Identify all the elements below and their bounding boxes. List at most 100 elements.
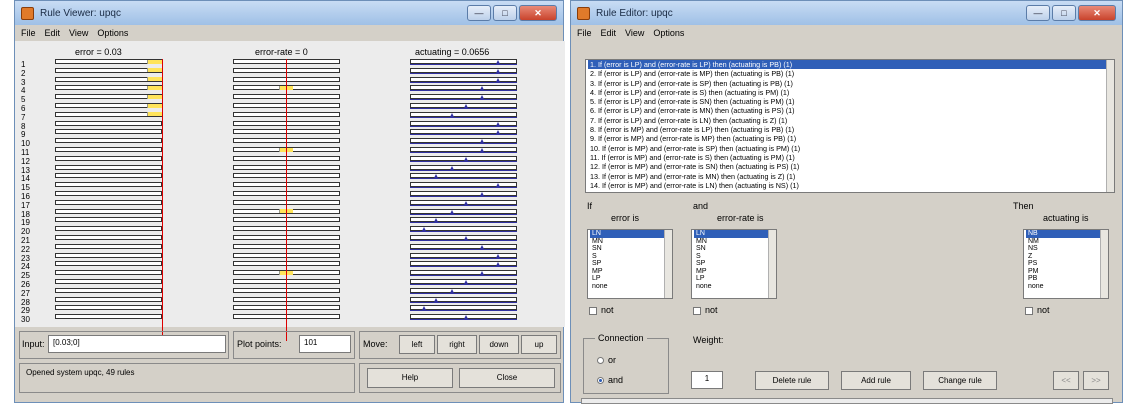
error-listbox[interactable]: LN MN SN S SP MP LP none — [587, 229, 673, 299]
rule-list-item[interactable]: 10. If (error is MP) and (error-rate is … — [588, 144, 1114, 153]
rule-list-item[interactable]: 1. If (error is LP) and (error-rate is L… — [588, 60, 1114, 70]
list-option[interactable]: SP — [694, 260, 776, 268]
list-option[interactable]: LP — [590, 275, 672, 283]
or-radio[interactable]: or — [597, 355, 616, 365]
minimize-button[interactable]: — — [467, 5, 491, 21]
error-rate-value-label: error-rate = 0 — [255, 47, 308, 57]
list-option[interactable]: PS — [1026, 260, 1108, 268]
list-option[interactable]: none — [1026, 283, 1108, 291]
list-option[interactable]: MP — [694, 268, 776, 276]
list-option[interactable]: LP — [694, 275, 776, 283]
rule-row — [55, 226, 162, 232]
close-button[interactable]: Close — [459, 368, 555, 388]
minimize-button[interactable]: — — [1026, 5, 1050, 21]
move-down-button[interactable]: down — [479, 335, 519, 354]
list-option[interactable]: SP — [590, 260, 672, 268]
output-triangle — [450, 209, 454, 214]
list-option[interactable]: NB — [1026, 230, 1108, 238]
actuating-not-checkbox[interactable]: not — [1025, 305, 1050, 315]
rule-number: 3 — [21, 77, 26, 87]
delete-rule-button[interactable]: Delete rule — [755, 371, 829, 390]
scrollbar[interactable] — [768, 230, 776, 298]
output-baseline — [410, 284, 517, 285]
rule-list-item[interactable]: 14. If (error is MP) and (error-rate is … — [588, 181, 1114, 190]
scrollbar[interactable] — [1100, 230, 1108, 298]
rule-row — [55, 129, 162, 135]
list-option[interactable]: NS — [1026, 245, 1108, 253]
error-rate-not-checkbox[interactable]: not — [693, 305, 718, 315]
input-indicator-line[interactable] — [286, 59, 287, 341]
list-option[interactable]: LN — [694, 230, 776, 238]
previous-button[interactable]: << — [1053, 371, 1079, 390]
list-option[interactable]: Z — [1026, 253, 1108, 261]
list-option[interactable]: SN — [590, 245, 672, 253]
rule-list-item[interactable]: 6. If (error is LP) and (error-rate is M… — [588, 106, 1114, 115]
list-option[interactable]: MN — [590, 238, 672, 246]
actuating-listbox[interactable]: NB NM NS Z PS PM PB none — [1023, 229, 1109, 299]
actuating-output-column[interactable] — [410, 59, 517, 324]
list-option[interactable]: S — [694, 253, 776, 261]
list-option[interactable]: SN — [694, 245, 776, 253]
error-not-checkbox[interactable]: not — [589, 305, 614, 315]
menu-options[interactable]: Options — [653, 28, 684, 38]
plot-points-field[interactable]: 101 — [299, 335, 351, 353]
rule-list-item[interactable]: 12. If (error is MP) and (error-rate is … — [588, 162, 1114, 171]
rule-list-item[interactable]: 5. If (error is LP) and (error-rate is S… — [588, 97, 1114, 106]
list-option[interactable]: MP — [590, 268, 672, 276]
list-option[interactable]: S — [590, 253, 672, 261]
output-baseline — [410, 248, 517, 250]
scrollbar[interactable] — [664, 230, 672, 298]
rule-list-item[interactable]: 11. If (error is MP) and (error-rate is … — [588, 153, 1114, 162]
rule-list-item[interactable]: 2. If (error is LP) and (error-rate is M… — [588, 69, 1114, 78]
rule-number: 17 — [21, 200, 30, 210]
menu-view[interactable]: View — [69, 28, 88, 38]
list-option[interactable]: none — [590, 283, 672, 291]
move-up-button[interactable]: up — [521, 335, 557, 354]
error-membership-column[interactable] — [55, 59, 163, 341]
error-rate-membership-column[interactable] — [233, 59, 340, 341]
rule-list-item[interactable]: 7. If (error is LP) and (error-rate is L… — [588, 116, 1114, 125]
menu-edit[interactable]: Edit — [45, 28, 61, 38]
output-triangle — [422, 306, 426, 311]
input-field[interactable]: [0.03;0] — [48, 335, 226, 353]
menu-options[interactable]: Options — [97, 28, 128, 38]
and-label: and — [693, 201, 709, 211]
move-right-button[interactable]: right — [437, 335, 477, 354]
maximize-button[interactable]: □ — [1052, 5, 1076, 21]
list-option[interactable]: NM — [1026, 238, 1108, 246]
help-button[interactable]: Help — [367, 368, 453, 388]
rules-list[interactable]: 1. If (error is LP) and (error-rate is L… — [585, 59, 1115, 193]
maximize-button[interactable]: □ — [493, 5, 517, 21]
error-rate-listbox[interactable]: LN MN SN S SP MP LP none — [691, 229, 777, 299]
rule-row — [55, 155, 162, 161]
input-indicator-line[interactable] — [162, 59, 163, 341]
list-option[interactable]: PM — [1026, 268, 1108, 276]
list-option[interactable]: PB — [1026, 275, 1108, 283]
rule-list-item[interactable]: 4. If (error is LP) and (error-rate is S… — [588, 88, 1114, 97]
membership-fill — [147, 68, 162, 73]
rule-row — [55, 138, 162, 144]
rule-list-item[interactable]: 13. If (error is MP) and (error-rate is … — [588, 172, 1114, 181]
rule-list-item[interactable]: 3. If (error is LP) and (error-rate is S… — [588, 79, 1114, 88]
menu-view[interactable]: View — [625, 28, 644, 38]
menu-edit[interactable]: Edit — [601, 28, 617, 38]
menu-file[interactable]: File — [21, 28, 36, 38]
next-button[interactable]: >> — [1083, 371, 1109, 390]
menu-file[interactable]: File — [577, 28, 592, 38]
rule-list-item[interactable]: 8. If (error is MP) and (error-rate is L… — [588, 125, 1114, 134]
change-rule-button[interactable]: Change rule — [923, 371, 997, 390]
and-radio[interactable]: and — [597, 375, 623, 385]
move-left-button[interactable]: left — [399, 335, 435, 354]
rule-list-item[interactable]: 9. If (error is MP) and (error-rate is M… — [588, 134, 1114, 143]
weight-field[interactable]: 1 — [691, 371, 723, 389]
rules-scrollbar[interactable] — [1106, 60, 1114, 192]
list-option[interactable]: MN — [694, 238, 776, 246]
rule-row — [55, 279, 162, 284]
list-option[interactable]: LN — [590, 230, 672, 238]
close-window-button[interactable]: ✕ — [519, 5, 557, 21]
rule-row — [55, 173, 162, 179]
list-option[interactable]: none — [694, 283, 776, 291]
output-baseline — [410, 204, 517, 206]
add-rule-button[interactable]: Add rule — [841, 371, 911, 390]
close-window-button[interactable]: ✕ — [1078, 5, 1116, 21]
